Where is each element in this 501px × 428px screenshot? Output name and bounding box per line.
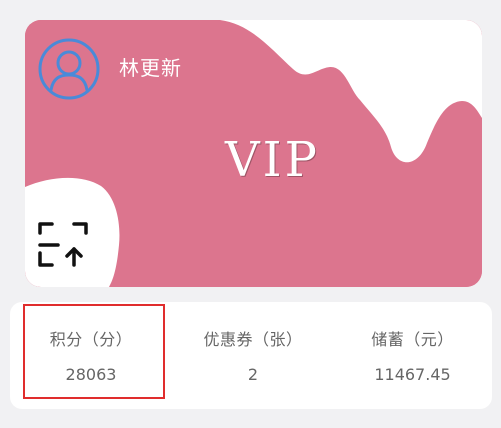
savings-stat[interactable]: 储蓄（元） 11467.45 [333, 302, 492, 409]
coupons-label: 优惠券（张） [203, 330, 303, 349]
points-stat[interactable]: 积分（分） 28063 [10, 302, 172, 409]
vip-label: VIP [225, 132, 320, 188]
user-avatar-icon[interactable] [38, 38, 100, 100]
coupons-value: 2 [247, 365, 259, 384]
savings-label: 储蓄（元） [371, 330, 454, 349]
user-name: 林更新 [119, 56, 182, 80]
coupons-stat[interactable]: 优惠券（张） 2 [173, 302, 333, 409]
points-label: 积分（分） [49, 330, 133, 349]
account-stats-panel: 积分（分） 28063 优惠券（张） 2 储蓄（元） 11467.45 [10, 302, 492, 409]
member-card: 林更新 VIP [25, 20, 482, 287]
savings-value: 11467.45 [374, 365, 451, 384]
points-value: 28063 [65, 365, 117, 384]
scan-upload-icon[interactable] [33, 216, 93, 274]
